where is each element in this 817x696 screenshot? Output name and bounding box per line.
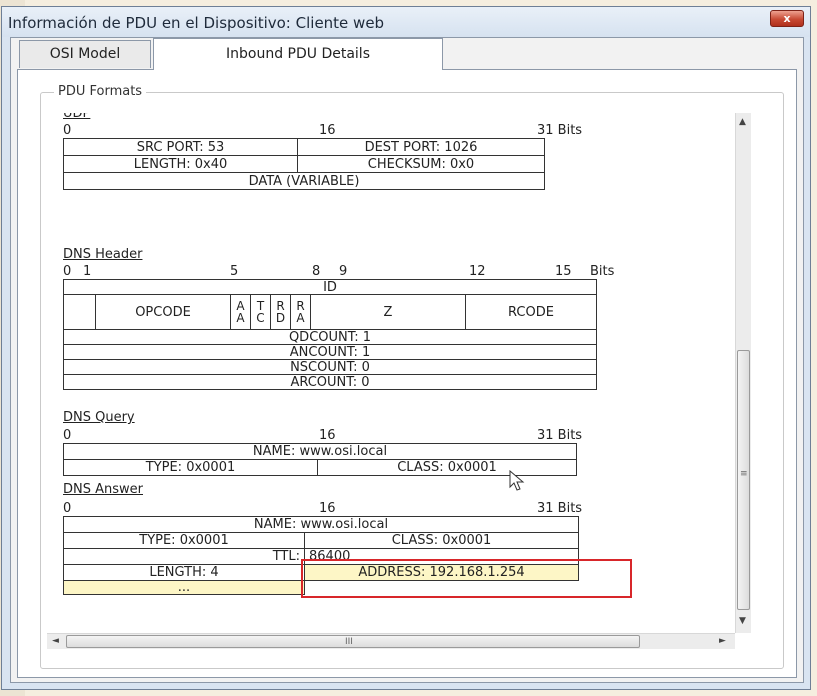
pdu-info-window: Información de PDU en el Dispositivo: Cl… (1, 6, 811, 690)
dns-header-flag-tc: TC (250, 294, 271, 330)
dns-header-qdcount: QDCOUNT: 1 (63, 329, 597, 345)
udp-ruler-mid: 16 (319, 123, 336, 138)
dns-header-id: ID (63, 279, 597, 295)
address-highlight-box (301, 559, 632, 598)
pdu-formats-scroll-area[interactable]: UDP 0 16 31 Bits SRC PORT: 53 DEST PORT:… (47, 113, 735, 633)
dns-query-ruler-start: 0 (63, 428, 72, 443)
dns-answer-ruler-mid: 16 (319, 501, 336, 516)
vertical-scroll-thumb[interactable]: ≡ (737, 350, 750, 610)
dns-answer-name: NAME: www.osi.local (63, 516, 579, 533)
dns-answer-type: TYPE: 0x0001 (63, 532, 305, 549)
dns-query-ruler-mid: 16 (319, 428, 336, 443)
dns-header-ruler-9: 9 (339, 264, 348, 279)
dns-header-ruler-5: 5 (230, 264, 239, 279)
window-title: Información de PDU en el Dispositivo: Cl… (8, 14, 385, 32)
dns-query-ruler-end: 31 Bits (537, 428, 583, 443)
dns-header-ancount: ANCOUNT: 1 (63, 344, 597, 360)
dns-header-z: Z (310, 294, 466, 330)
title-bar: Información de PDU en el Dispositivo: Cl… (2, 7, 810, 37)
scroll-down-icon[interactable]: ▼ (739, 616, 746, 626)
udp-data: DATA (VARIABLE) (63, 172, 545, 190)
udp-dest-port: DEST PORT: 1026 (297, 138, 545, 156)
dns-header-qr (63, 294, 96, 330)
vertical-grip-icon: ≡ (740, 469, 748, 479)
tab-inbound-pdu-details[interactable]: Inbound PDU Details (153, 38, 443, 70)
dns-answer-ttl-label: TTL: (63, 548, 305, 565)
flag-rd-bottom: D (275, 311, 286, 325)
close-button[interactable]: x (770, 10, 804, 27)
dns-header-ruler-15: 15 (555, 264, 572, 279)
mouse-cursor-icon (509, 470, 525, 491)
vertical-scrollbar[interactable]: ▲ ≡ ▼ (735, 113, 751, 633)
horizontal-grip-icon: III (345, 637, 353, 647)
udp-ruler-start: 0 (63, 123, 72, 138)
dns-header-opcode: OPCODE (95, 294, 231, 330)
dns-header-flag-aa: AA (230, 294, 251, 330)
udp-checksum: CHECKSUM: 0x0 (297, 155, 545, 173)
dns-header-rcode: RCODE (465, 294, 597, 330)
dns-query-name: NAME: www.osi.local (63, 443, 577, 460)
dns-header-ruler-1: 1 (83, 264, 92, 279)
udp-heading: UDP (63, 113, 91, 121)
tab-panel: PDU Formats UDP 0 16 31 Bits SRC PORT: 5… (17, 69, 797, 678)
dns-header-ruler-8: 8 (312, 264, 321, 279)
dns-answer-ruler-start: 0 (63, 501, 72, 516)
close-icon: x (783, 12, 791, 25)
dns-header-heading: DNS Header (63, 247, 143, 262)
flag-ra-bottom: A (296, 311, 305, 325)
udp-length: LENGTH: 0x40 (63, 155, 298, 173)
dns-header-flag-rd: RD (270, 294, 291, 330)
group-title: PDU Formats (54, 84, 147, 99)
dns-answer-ruler-end: 31 Bits (537, 501, 583, 516)
udp-src-port: SRC PORT: 53 (63, 138, 298, 156)
dns-answer-length: LENGTH: 4 (63, 564, 305, 581)
dns-header-ruler-12: 12 (469, 264, 486, 279)
dns-header-flag-ra: RA (290, 294, 311, 330)
dns-header-arcount: ARCOUNT: 0 (63, 374, 597, 390)
dns-answer-heading: DNS Answer (63, 482, 143, 497)
scroll-right-icon[interactable]: ► (719, 636, 726, 646)
dns-query-heading: DNS Query (63, 410, 135, 425)
flag-tc-bottom: C (256, 311, 265, 325)
window-client-area: OSI Model Inbound PDU Details PDU Format… (10, 37, 804, 683)
flag-aa-bottom: A (236, 311, 245, 325)
dns-query-type: TYPE: 0x0001 (63, 459, 318, 476)
dns-header-ruler-unit: Bits (590, 264, 615, 279)
horizontal-scroll-thumb[interactable]: III (66, 635, 640, 648)
scroll-up-icon[interactable]: ▲ (739, 117, 746, 127)
udp-ruler-end: 31 Bits (537, 123, 583, 138)
dns-query-class: CLASS: 0x0001 (317, 459, 577, 476)
dns-answer-more: ... (63, 580, 305, 595)
scroll-left-icon[interactable]: ◄ (52, 636, 59, 646)
dns-header-ruler-0: 0 (63, 264, 72, 279)
dns-header-nscount: NSCOUNT: 0 (63, 359, 597, 375)
horizontal-scrollbar[interactable]: ◄ III ► (47, 633, 735, 649)
dns-answer-class: CLASS: 0x0001 (304, 532, 579, 549)
tab-osi-model[interactable]: OSI Model (19, 40, 151, 68)
